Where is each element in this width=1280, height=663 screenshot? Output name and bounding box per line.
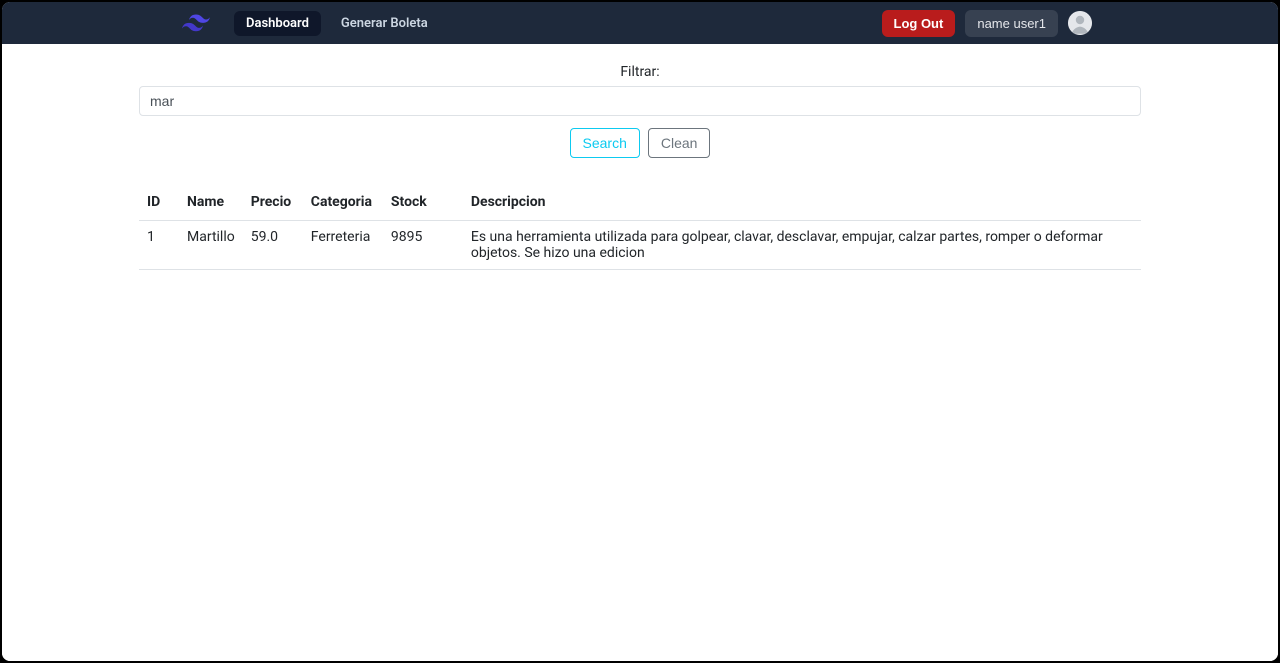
table-row: 1Martillo59.0Ferreteria9895Es una herram… [139,221,1141,270]
cell-id: 1 [139,221,179,270]
cell-precio: 59.0 [243,221,303,270]
username-button[interactable]: name user1 [965,10,1058,37]
th-name: Name [179,186,243,221]
clean-button[interactable]: Clean [648,128,711,158]
th-descripcion: Descripcion [463,186,1141,221]
app-logo-icon [172,14,220,32]
th-stock: Stock [383,186,463,221]
cell-stock: 9895 [383,221,463,270]
th-precio: Precio [243,186,303,221]
cell-categoria: Ferreteria [303,221,383,270]
th-categoria: Categoria [303,186,383,221]
main-content: Filtrar: Search Clean ID Name Precio Cat… [2,44,1278,661]
nav-dashboard[interactable]: Dashboard [234,11,321,36]
filter-input[interactable] [139,86,1141,116]
results-table: ID Name Precio Categoria Stock Descripci… [139,186,1141,270]
cell-name: Martillo [179,221,243,270]
filter-label: Filtrar: [139,64,1141,80]
nav-generar-boleta[interactable]: Generar Boleta [329,11,440,36]
logout-button[interactable]: Log Out [882,10,956,37]
th-id: ID [139,186,179,221]
cell-descripcion: Es una herramienta utilizada para golpea… [463,221,1141,270]
search-button[interactable]: Search [570,128,640,158]
user-avatar[interactable] [1068,11,1092,35]
top-navbar: Dashboard Generar Boleta Log Out name us… [2,2,1278,44]
